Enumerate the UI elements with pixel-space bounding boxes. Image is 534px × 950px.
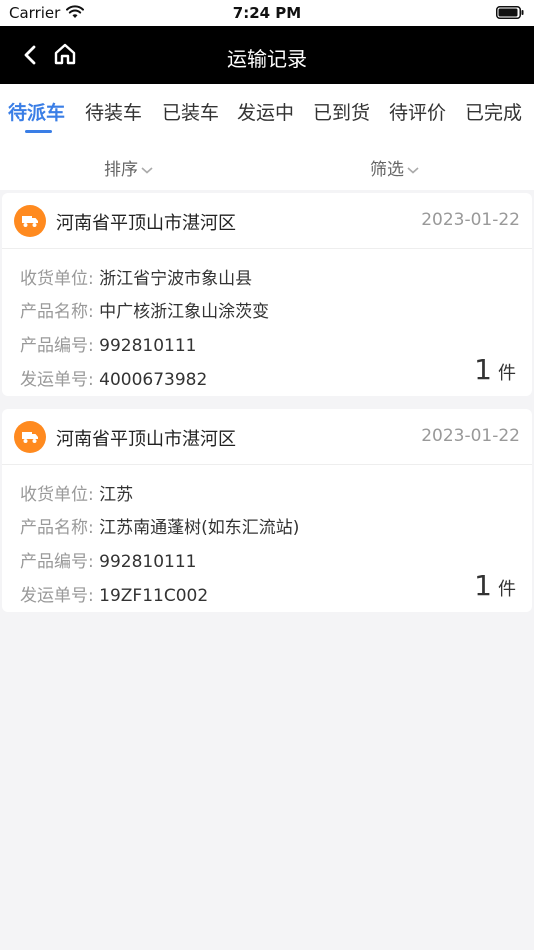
- receiver-row: 收货单位: 浙江省宁波市象山县: [20, 264, 252, 289]
- receiver-label: 收货单位:: [20, 485, 94, 505]
- page-title: 运输记录: [227, 47, 307, 71]
- chevron-down-icon: [141, 167, 153, 174]
- origin-address: 河南省平顶山市湛河区: [56, 429, 236, 450]
- product-name-row: 产品名称: 江苏南通蓬树(如东汇流站): [20, 513, 299, 538]
- filter-dropdown[interactable]: 筛选: [370, 155, 420, 180]
- card-header: 河南省平顶山市湛河区 2023-01-22: [2, 409, 532, 465]
- receiver-value: 浙江省宁波市象山县: [99, 269, 253, 289]
- shipment-no-row: 发运单号: 4000673982: [20, 365, 207, 390]
- record-date: 2023-01-22: [421, 210, 520, 230]
- tab-pending-loading[interactable]: 待装车: [85, 98, 142, 125]
- sort-dropdown[interactable]: 排序: [104, 155, 154, 180]
- receiver-row: 收货单位: 江苏: [20, 480, 133, 505]
- filter-bar: 排序 筛选: [0, 142, 534, 190]
- product-code-row: 产品编号: 992810111: [20, 331, 196, 356]
- record-date: 2023-01-22: [421, 426, 520, 446]
- truck-icon: [14, 421, 46, 453]
- product-name-row: 产品名称: 中广核浙江象山涂茨变: [20, 297, 269, 322]
- product-code-label: 产品编号:: [20, 552, 94, 572]
- quantity: 1件: [474, 569, 516, 602]
- card-header: 河南省平顶山市湛河区 2023-01-22: [2, 193, 532, 249]
- product-code-value: 992810111: [99, 552, 197, 572]
- tab-in-transit[interactable]: 发运中: [237, 98, 294, 125]
- record-card[interactable]: 河南省平顶山市湛河区 2023-01-22 收货单位: 浙江省宁波市象山县 产品…: [2, 193, 532, 396]
- product-name-label: 产品名称:: [20, 518, 94, 538]
- nav-bar: 运输记录: [0, 26, 534, 84]
- tab-pending-review[interactable]: 待评价: [389, 98, 446, 125]
- tab-arrived[interactable]: 已到货: [313, 98, 370, 125]
- shipment-no-value: 19ZF11C002: [99, 586, 209, 606]
- status-time: 7:24 PM: [232, 4, 302, 22]
- quantity-value: 1: [474, 353, 492, 386]
- product-name-value: 江苏南通蓬树(如东汇流站): [99, 518, 300, 538]
- shipment-no-label: 发运单号:: [20, 586, 94, 606]
- quantity-unit: 件: [498, 363, 516, 384]
- shipment-no-row: 发运单号: 19ZF11C002: [20, 581, 208, 606]
- quantity-value: 1: [474, 569, 492, 602]
- product-name-value: 中广核浙江象山涂茨变: [99, 302, 270, 322]
- origin-address: 河南省平顶山市湛河区: [56, 213, 236, 234]
- receiver-value: 江苏: [99, 485, 134, 505]
- truck-icon: [14, 205, 46, 237]
- filter-label: 筛选: [370, 160, 404, 180]
- tab-completed[interactable]: 已完成: [465, 98, 522, 125]
- status-bar: Carrier 7:24 PM: [0, 0, 534, 26]
- quantity: 1件: [474, 353, 516, 386]
- receiver-label: 收货单位:: [20, 269, 94, 289]
- quantity-unit: 件: [498, 579, 516, 600]
- active-tab-indicator: [25, 130, 52, 133]
- battery-icon: [496, 6, 524, 19]
- product-name-label: 产品名称:: [20, 302, 94, 322]
- record-card[interactable]: 河南省平顶山市湛河区 2023-01-22 收货单位: 江苏 产品名称: 江苏南…: [2, 409, 532, 612]
- tab-loaded[interactable]: 已装车: [162, 98, 219, 125]
- shipment-no-value: 4000673982: [99, 370, 208, 390]
- chevron-down-icon: [407, 167, 419, 174]
- tab-pending-dispatch[interactable]: 待派车: [8, 98, 65, 125]
- shipment-no-label: 发运单号:: [20, 370, 94, 390]
- sort-label: 排序: [104, 160, 138, 180]
- status-tabs: 待派车 待装车 已装车 发运中 已到货 待评价 已完成: [0, 84, 534, 142]
- product-code-value: 992810111: [99, 336, 197, 356]
- product-code-row: 产品编号: 992810111: [20, 547, 196, 572]
- product-code-label: 产品编号:: [20, 336, 94, 356]
